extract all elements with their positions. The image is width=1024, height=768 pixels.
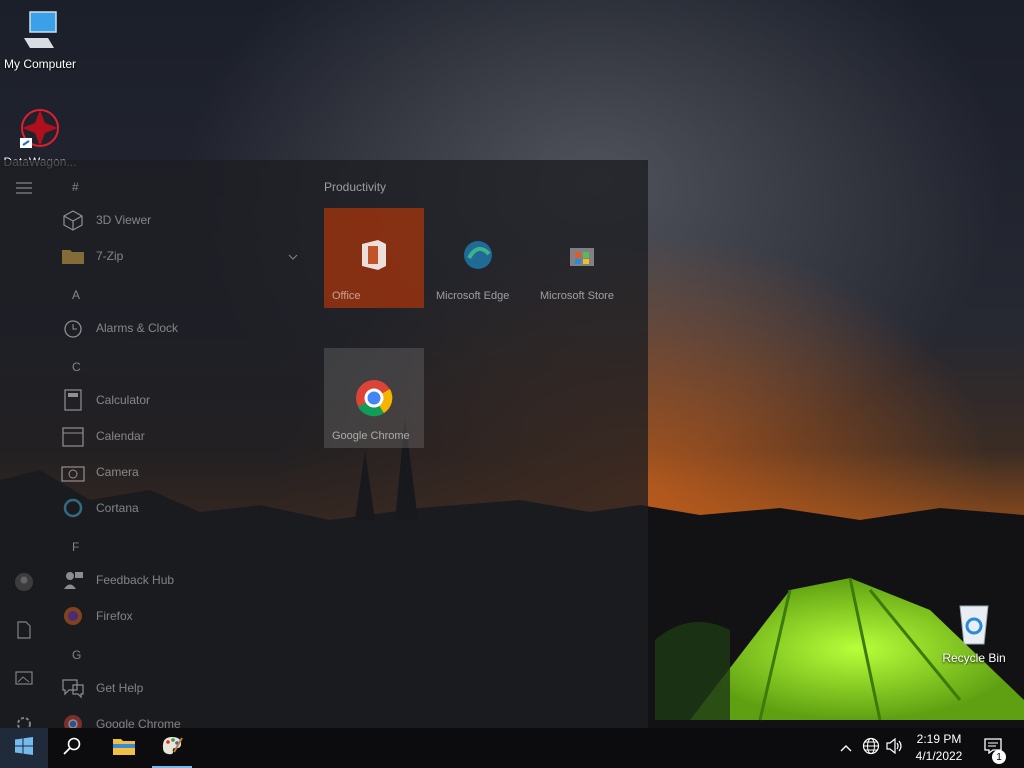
app-item-label: Calculator <box>96 393 151 407</box>
tile-google-chrome[interactable]: Google Chrome <box>324 348 424 448</box>
app-list: # 3D Viewer 7-Zip A Alarms & Clock C Cal… <box>48 160 310 728</box>
taskbar-file-explorer[interactable] <box>100 728 148 768</box>
start-menu: # 3D Viewer 7-Zip A Alarms & Clock C Cal… <box>0 160 648 731</box>
chrome-icon <box>324 378 424 418</box>
app-item-google-chrome[interactable]: Google Chrome <box>60 706 310 728</box>
app-group-header[interactable]: G <box>72 648 81 662</box>
notification-count-badge: 1 <box>992 750 1006 764</box>
app-item-calculator[interactable]: Calculator <box>60 382 310 418</box>
app-item-camera[interactable]: Camera <box>60 454 310 490</box>
windows-logo-icon <box>15 736 33 760</box>
app-group-header[interactable]: F <box>72 540 79 554</box>
app-item-label: 3D Viewer <box>96 213 152 227</box>
desktop-icon-my-computer[interactable]: My Computer <box>0 8 80 71</box>
recycle-bin-icon <box>952 605 996 649</box>
tile-microsoft-store[interactable]: Microsoft Store <box>532 208 632 308</box>
app-item-label: Camera <box>96 465 139 479</box>
tile-microsoft-edge[interactable]: Microsoft Edge <box>428 208 528 308</box>
chevron-down-icon[interactable] <box>288 248 298 266</box>
firefox-icon <box>60 603 86 629</box>
store-bag-icon <box>532 238 632 270</box>
calendar-icon <box>60 423 86 449</box>
app-item-3d-viewer[interactable]: 3D Viewer <box>60 202 310 238</box>
taskbar-clock[interactable]: 2:19 PM 4/1/2022 <box>906 731 972 765</box>
chrome-icon <box>60 711 86 728</box>
app-item-label: Get Help <box>96 681 144 695</box>
user-account-icon[interactable] <box>12 570 36 594</box>
chevron-up-icon <box>840 739 852 757</box>
desktop-icon-label: Recycle Bin <box>942 651 1006 665</box>
taskbar: 2:19 PM 4/1/2022 <box>0 728 1024 768</box>
cube-icon <box>60 207 86 233</box>
app-item-firefox[interactable]: Firefox <box>60 598 310 634</box>
app-item-label: Cortana <box>96 501 139 515</box>
app-item-7-zip[interactable]: 7-Zip <box>60 238 310 274</box>
tile-label: Microsoft Store <box>540 290 614 302</box>
clock-time: 2:19 PM <box>916 732 962 746</box>
app-item-feedback-hub[interactable]: Feedback Hub <box>60 562 310 598</box>
desktop-icon-recycle-bin[interactable]: Recycle Bin <box>934 600 1014 665</box>
app-item-label: Firefox <box>96 609 133 623</box>
taskbar-paint[interactable] <box>152 728 192 768</box>
edge-icon <box>428 238 528 272</box>
app-item-label: 7-Zip <box>96 249 124 263</box>
computer-icon <box>18 11 62 55</box>
search-button[interactable] <box>48 728 96 768</box>
clock-date: 4/1/2022 <box>915 749 963 763</box>
file-explorer-icon <box>112 736 136 761</box>
clock-icon <box>60 315 86 341</box>
app-item-label: Google Chrome <box>96 717 181 728</box>
tile-group-title[interactable]: Productivity <box>324 180 386 194</box>
app-item-get-help[interactable]: Get Help <box>60 670 310 706</box>
start-button[interactable] <box>0 728 48 768</box>
app-item-label: Alarms & Clock <box>96 321 179 335</box>
paint-palette-icon <box>160 734 184 761</box>
office-icon <box>324 238 424 272</box>
tile-label: Office <box>332 290 361 302</box>
speaker-volume-icon <box>886 737 904 759</box>
app-group-header[interactable]: # <box>72 180 79 194</box>
desktop-icon-label: My Computer <box>3 57 77 71</box>
hamburger-menu-icon[interactable] <box>12 176 36 200</box>
show-hidden-icons-button[interactable] <box>838 728 854 768</box>
feedback-icon <box>60 567 86 593</box>
documents-icon[interactable] <box>12 618 36 642</box>
pictures-icon[interactable] <box>12 666 36 690</box>
network-tray-button[interactable] <box>860 728 882 768</box>
search-icon <box>63 737 81 760</box>
calculator-icon <box>60 387 86 413</box>
tile-office[interactable]: Office <box>324 208 424 308</box>
globe-network-icon <box>862 737 880 760</box>
app-item-label: Calendar <box>96 429 145 443</box>
app-item-alarms-clock[interactable]: Alarms & Clock <box>60 310 310 346</box>
help-icon <box>60 675 86 701</box>
tile-area: Productivity Office Microsoft Edge Micro… <box>324 160 648 728</box>
cortana-icon <box>60 495 86 521</box>
start-menu-rail <box>0 160 48 731</box>
volume-tray-button[interactable] <box>884 728 906 768</box>
app-item-label: Feedback Hub <box>96 573 175 587</box>
tile-label: Microsoft Edge <box>436 290 510 302</box>
datawagon-logo-icon <box>18 109 62 153</box>
app-item-calendar[interactable]: Calendar <box>60 418 310 454</box>
folder-icon <box>60 243 86 269</box>
app-group-header[interactable]: C <box>72 360 81 374</box>
app-group-header[interactable]: A <box>72 288 80 302</box>
app-item-cortana[interactable]: Cortana <box>60 490 310 526</box>
tile-label: Google Chrome <box>332 430 410 442</box>
camera-icon <box>60 459 86 485</box>
